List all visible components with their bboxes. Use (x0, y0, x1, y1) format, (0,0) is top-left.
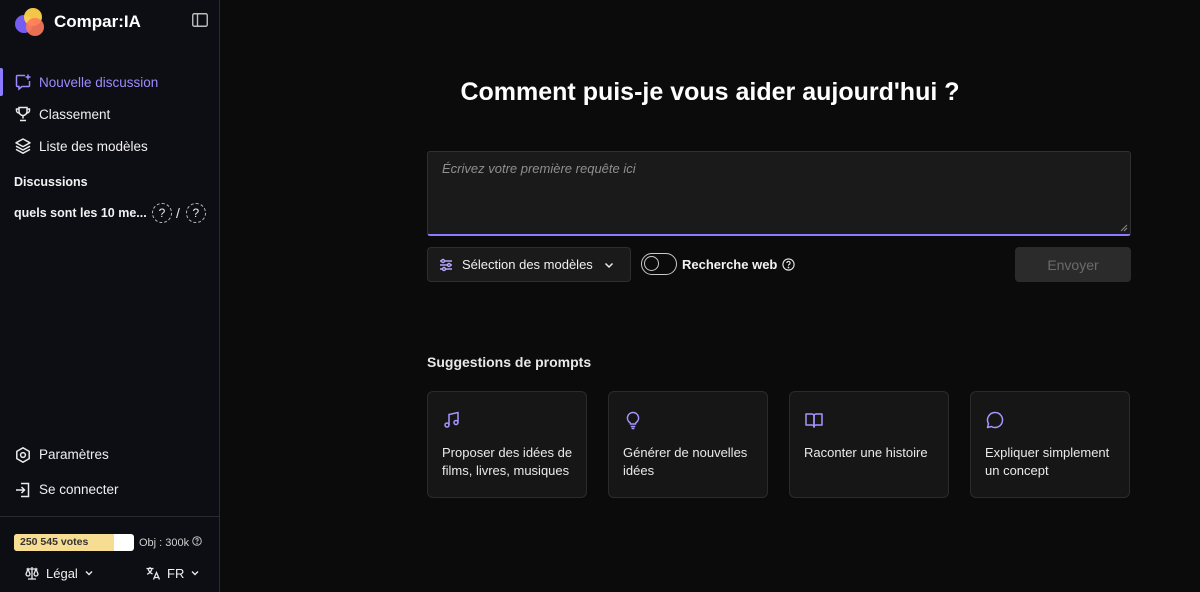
suggestion-label: Raconter une histoire (804, 445, 928, 460)
brand[interactable]: Compar:IA (14, 6, 141, 38)
suggestion-card-story[interactable]: Raconter une histoire (789, 391, 949, 498)
info-icon[interactable] (192, 536, 202, 549)
layers-icon (14, 137, 32, 155)
scale-icon (25, 567, 39, 580)
suggestions-heading: Suggestions de prompts (427, 354, 592, 370)
brand-name: Compar:IA (54, 12, 141, 31)
translate-icon (146, 567, 161, 580)
sidebar: Compar:IA Nouvelle discussion Classement… (0, 0, 220, 592)
nav-item-login[interactable]: Se connecter (0, 472, 219, 507)
votes-count: 250 545 votes (20, 536, 89, 548)
votes-objective: Obj : 300k (139, 536, 202, 549)
nav-item-models-list[interactable]: Liste des modèles (0, 130, 219, 162)
speech-bubble-icon (986, 411, 1004, 429)
discussion-title: quels sont les 10 me... (14, 206, 146, 220)
nav-item-ranking[interactable]: Classement (0, 98, 219, 130)
web-search-option: Recherche web (641, 253, 796, 275)
chevron-down-icon (604, 262, 613, 268)
nav-item-label: Classement (39, 106, 111, 122)
suggestion-card-media-ideas[interactable]: Proposer des idées de films, livres, mus… (427, 391, 587, 498)
web-search-toggle[interactable] (641, 253, 677, 275)
suggestion-card-new-ideas[interactable]: Générer de nouvelles idées (608, 391, 768, 498)
discussions-heading: Discussions (14, 175, 88, 189)
resize-handle-icon[interactable] (1120, 224, 1128, 232)
language-label: FR (167, 565, 185, 581)
bottom-nav: Paramètres Se connecter (0, 437, 219, 507)
trophy-icon (14, 105, 32, 123)
discussion-item[interactable]: quels sont les 10 me... ? / ? (14, 202, 210, 224)
book-icon (805, 413, 823, 428)
model-selection-label: Sélection des modèles (462, 257, 593, 272)
suggestion-label: Générer de nouvelles idées (623, 445, 748, 478)
model-separator: / (176, 205, 180, 221)
settings-icon (14, 446, 32, 464)
model-selection-button[interactable]: Sélection des modèles (427, 247, 631, 282)
main-panel: Comment puis-je vous aider aujourd'hui ?… (220, 0, 1200, 592)
suggestion-label: Proposer des idées de films, livres, mus… (442, 445, 573, 478)
model-b-unknown-icon: ? (185, 203, 206, 223)
login-icon (14, 481, 32, 499)
sidebar-footer: 250 545 votes Obj : 300k Légal FR (0, 516, 219, 592)
legal-dropdown[interactable]: Légal (24, 563, 94, 583)
nav-item-label: Nouvelle discussion (39, 74, 159, 90)
nav-item-label: Se connecter (39, 482, 119, 497)
lightbulb-icon (626, 411, 640, 430)
sidebar-toggle-icon[interactable] (192, 13, 208, 27)
legal-label: Légal (46, 565, 78, 581)
new-chat-icon (14, 73, 32, 91)
nav-item-label: Liste des modèles (39, 138, 148, 154)
model-a-unknown-icon: ? (152, 203, 172, 223)
nav-item-settings[interactable]: Paramètres (0, 437, 219, 472)
chevron-down-icon (85, 571, 93, 576)
suggestion-cards: Proposer des idées de films, livres, mus… (427, 391, 1131, 498)
objective-label: Obj : 300k (139, 536, 190, 549)
main-nav: Nouvelle discussion Classement Liste des… (0, 66, 219, 162)
votes-progress-bar: 250 545 votes (14, 534, 134, 551)
suggestion-label: Expliquer simplement un concept (985, 445, 1110, 478)
web-search-label: Recherche web (682, 256, 778, 272)
language-dropdown[interactable]: FR (145, 563, 200, 583)
prompt-placeholder: Écrivez votre première requête ici (442, 161, 636, 176)
nav-item-new-discussion[interactable]: Nouvelle discussion (0, 66, 219, 98)
page-title: Comment puis-je vous aider aujourd'hui ? (460, 78, 960, 106)
help-icon[interactable] (782, 257, 796, 271)
logo-icon (14, 6, 46, 38)
chevron-down-icon (191, 571, 199, 576)
nav-item-label: Paramètres (39, 447, 109, 462)
prompt-input[interactable]: Écrivez votre première requête ici (427, 151, 1131, 236)
sliders-icon (440, 258, 452, 271)
suggestion-card-explain[interactable]: Expliquer simplement un concept (970, 391, 1130, 498)
music-note-icon (444, 411, 459, 428)
send-button[interactable]: Envoyer (1015, 247, 1131, 282)
